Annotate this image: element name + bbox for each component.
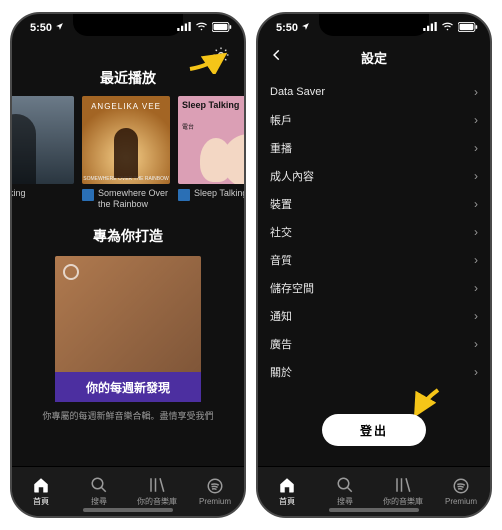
row-label: 儲存空間 <box>270 280 314 296</box>
cover-title: 電台 <box>182 122 194 131</box>
settings-row-social[interactable]: 社交 › <box>270 218 478 246</box>
chevron-right-icon: › <box>474 225 478 239</box>
library-icon <box>394 476 412 494</box>
page-title: 設定 <box>258 48 490 67</box>
logout-button[interactable]: 登出 <box>322 414 426 446</box>
album-card[interactable]: ANGELIKA VEE SOMEWHERE OVER THE RAINBOW … <box>82 96 170 210</box>
tab-premium[interactable]: Premium <box>432 467 490 516</box>
tutorial-arrow-icon <box>188 50 232 74</box>
battery-icon <box>212 22 232 35</box>
signal-icon <box>423 22 437 34</box>
wifi-icon <box>441 22 454 34</box>
album-card[interactable]: Sleep Talking 電台 Sleep Talking Ra <box>178 96 246 210</box>
tab-label: 你的音樂庫 <box>383 496 423 507</box>
made-for-you-heading: 專為你打造 <box>12 226 244 246</box>
row-label: 裝置 <box>270 196 292 212</box>
tab-premium[interactable]: Premium <box>186 467 244 516</box>
row-label: 通知 <box>270 308 292 324</box>
album-caption: alking <box>10 188 26 199</box>
recently-played-shelf[interactable]: alking ANGELIKA VEE SOMEWHERE OVER THE R… <box>10 88 244 210</box>
settings-row-account[interactable]: 帳戶 › <box>270 106 478 134</box>
album-caption: Somewhere Over the Rainbow <box>98 188 170 210</box>
settings-row-quality[interactable]: 音質 › <box>270 246 478 274</box>
search-icon <box>90 476 108 494</box>
chevron-right-icon: › <box>474 197 478 211</box>
logout-label: 登出 <box>360 422 388 439</box>
home-indicator <box>329 508 419 512</box>
chevron-right-icon: › <box>474 169 478 183</box>
chevron-right-icon: › <box>474 113 478 127</box>
phone-home: 5:50 最近播放 alking ANGELIKA VEE SOMEWHERE … <box>10 12 246 518</box>
row-label: 成人內容 <box>270 168 314 184</box>
tab-label: Premium <box>445 497 477 506</box>
row-label: 重播 <box>270 140 292 156</box>
settings-row-devices[interactable]: 裝置 › <box>270 190 478 218</box>
row-label: 帳戶 <box>270 112 292 128</box>
settings-row-replay[interactable]: 重播 › <box>270 134 478 162</box>
battery-icon <box>458 22 478 35</box>
home-indicator <box>83 508 173 512</box>
row-label: Data Saver <box>270 86 325 98</box>
clock: 5:50 <box>30 22 52 34</box>
settings-row-notify[interactable]: 通知 › <box>270 302 478 330</box>
discover-weekly-label: 你的每週新發現 <box>55 372 201 402</box>
settings-row-storage[interactable]: 儲存空間 › <box>270 274 478 302</box>
album-cover: Sleep Talking 電台 <box>178 96 246 184</box>
settings-row-data-saver[interactable]: Data Saver › <box>270 78 478 106</box>
tab-label: 搜尋 <box>91 496 107 507</box>
album-cover: ANGELIKA VEE SOMEWHERE OVER THE RAINBOW <box>82 96 170 184</box>
spotify-icon <box>452 477 470 495</box>
signal-icon <box>177 22 191 34</box>
discover-weekly-description: 你專屬的每週新鮮音樂合輯。盡情享受我們 <box>12 402 244 422</box>
home-icon <box>32 476 50 494</box>
tab-label: 首頁 <box>279 496 295 507</box>
tab-label: 你的音樂庫 <box>137 496 177 507</box>
settings-list[interactable]: Data Saver › 帳戶 › 重播 › 成人內容 › 裝置 › 社交 › 音質 › 儲存… <box>258 72 490 386</box>
tab-label: 搜尋 <box>337 496 353 507</box>
tab-label: Premium <box>199 497 231 506</box>
library-icon <box>148 476 166 494</box>
discover-weekly-card[interactable]: 你的每週新發現 <box>55 256 201 402</box>
search-icon <box>336 476 354 494</box>
location-icon <box>55 22 64 34</box>
chevron-right-icon: › <box>474 141 478 155</box>
explicit-icon <box>82 189 94 201</box>
chevron-right-icon: › <box>474 85 478 99</box>
row-label: 社交 <box>270 224 292 240</box>
chevron-right-icon: › <box>474 365 478 379</box>
cover-artist: Sleep Talking <box>182 100 239 110</box>
chevron-right-icon: › <box>474 253 478 267</box>
row-label: 廣告 <box>270 336 292 352</box>
settings-header: 設定 <box>258 42 490 72</box>
spotify-logo-icon <box>63 264 79 280</box>
cover-title: SOMEWHERE OVER THE RAINBOW <box>82 176 170 182</box>
chevron-right-icon: › <box>474 337 478 351</box>
phone-settings: 5:50 設定 Data Saver › 帳戶 › 重播 › 成人內容 › 裝置 › 社交… <box>256 12 492 518</box>
row-label: 關於 <box>270 364 292 380</box>
status-bar: 5:50 <box>12 14 244 42</box>
tab-home[interactable]: 首頁 <box>12 467 70 516</box>
tab-home[interactable]: 首頁 <box>258 467 316 516</box>
home-icon <box>278 476 296 494</box>
settings-row-ads[interactable]: 廣告 › <box>270 330 478 358</box>
album-cover <box>10 96 74 184</box>
album-caption: Sleep Talking Ra <box>194 188 246 199</box>
cover-artist: ANGELIKA VEE <box>82 102 170 111</box>
clock: 5:50 <box>276 22 298 34</box>
location-icon <box>301 22 310 34</box>
status-bar: 5:50 <box>258 14 490 42</box>
settings-row-explicit[interactable]: 成人內容 › <box>270 162 478 190</box>
album-card[interactable]: alking <box>10 96 74 210</box>
settings-row-about[interactable]: 關於 › <box>270 358 478 386</box>
spotify-icon <box>206 477 224 495</box>
tab-label: 首頁 <box>33 496 49 507</box>
explicit-icon <box>178 189 190 201</box>
wifi-icon <box>195 22 208 34</box>
chevron-right-icon: › <box>474 281 478 295</box>
chevron-right-icon: › <box>474 309 478 323</box>
row-label: 音質 <box>270 252 292 268</box>
